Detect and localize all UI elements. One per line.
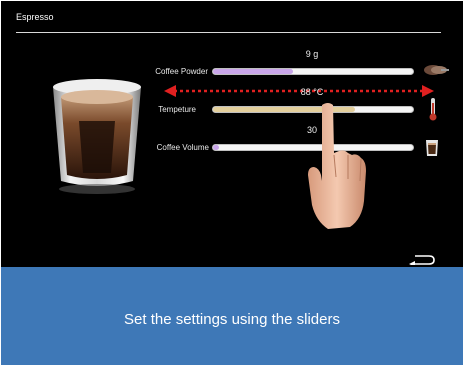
coffee-bean-icon xyxy=(424,65,449,75)
coffee-powder-slider[interactable] xyxy=(212,68,414,75)
pointing-hand-image xyxy=(308,103,366,229)
instruction-text: Set the settings using the sliders xyxy=(124,311,340,328)
thermometer-icon xyxy=(429,98,437,121)
temperature-value: 88 °C xyxy=(300,87,324,97)
coffee-volume-slider-fill xyxy=(213,145,219,150)
instruction-banner: Set the settings using the sliders xyxy=(1,267,463,365)
return-arrow-icon[interactable] xyxy=(409,253,435,265)
coffee-powder-label: Coffee Powder xyxy=(155,67,208,76)
coffee-cup-icon xyxy=(426,140,438,156)
espresso-glass-image xyxy=(53,79,141,194)
coffee-volume-label: Coffee Volume xyxy=(156,143,209,152)
coffee-powder-slider-fill xyxy=(213,69,293,74)
temperature-label: Tempeture xyxy=(158,105,196,114)
title-divider xyxy=(16,32,441,33)
screen-title: Espresso xyxy=(16,12,54,22)
coffee-machine-screen: Espresso 9 g Coffee Powder 88 °C Tempetu… xyxy=(1,1,463,267)
coffee-powder-value: 9 g xyxy=(305,49,319,59)
